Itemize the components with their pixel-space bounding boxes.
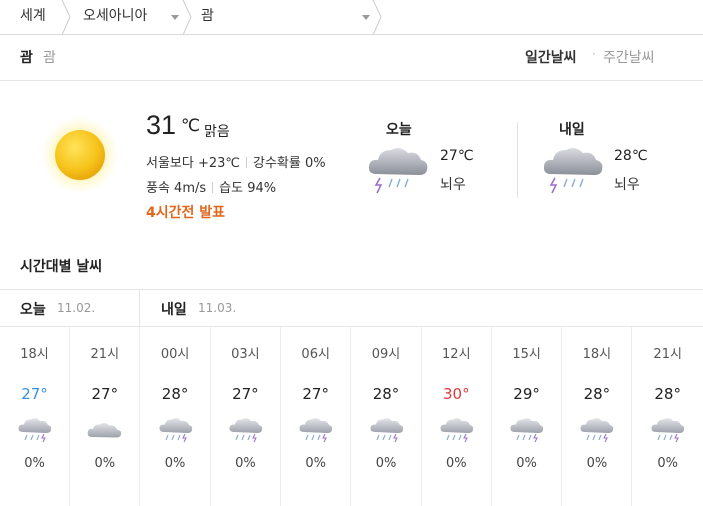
hourly-precip: 0%: [375, 456, 397, 471]
tab-separator: ·: [592, 47, 596, 61]
breadcrumb-city-label: 괌: [201, 8, 214, 24]
tab-daily-weather[interactable]: 일간날씨: [525, 47, 577, 67]
hourly-temperature: 27°: [91, 385, 119, 403]
location-name: 괌: [20, 50, 33, 66]
forecast-tomorrow-temp: 28℃: [614, 148, 648, 164]
wind-speed: 풍속 4m/s: [146, 181, 207, 196]
hourly-time: 21시: [90, 347, 120, 362]
hourly-time: 00시: [160, 347, 190, 362]
hourly-time: 18시: [582, 347, 612, 362]
hourly-temperature: 28°: [372, 385, 400, 403]
forecast-divider: [517, 122, 518, 198]
breadcrumb-region-label: 오세아니아: [83, 8, 148, 24]
forecast-tomorrow-desc: 뇌우: [614, 177, 640, 193]
forecast-today-label: 오늘: [386, 122, 412, 138]
forecast-tomorrow-label: 내일: [559, 122, 585, 138]
tab-weekly-weather[interactable]: 주간날씨: [603, 47, 655, 67]
hourly-item: 06시 27° 0%: [281, 327, 352, 506]
hourly-temperature: 27°: [21, 385, 48, 403]
hourly-temperature: 27°: [302, 385, 329, 403]
hourly-time: 06시: [301, 347, 330, 362]
sun-icon: [41, 116, 119, 194]
update-time: 4시간전 발표: [146, 205, 226, 221]
breadcrumb-separator-icon: [372, 0, 382, 35]
location-header: 괌 괌 일간날씨 · 주간날씨: [0, 36, 703, 81]
precip-probability: 강수확률 0%: [253, 156, 326, 171]
hourly-temperature: 30°: [443, 385, 470, 403]
day-label-tomorrow: 내일: [161, 302, 187, 318]
humidity: 습도 94%: [219, 181, 277, 196]
hourly-precip: 0%: [94, 456, 116, 471]
hourly-item: 21시 27° 0%: [70, 327, 141, 506]
breadcrumb-world[interactable]: 세계: [20, 0, 46, 35]
hourly-section-title: 시간대별 날씨: [20, 259, 103, 275]
cloud-icon: [87, 422, 122, 438]
thunderstorm-icon: [18, 418, 52, 443]
hourly-item: 15시 29° 0%: [492, 327, 563, 506]
hourly-item: 18시 28° 0%: [562, 327, 633, 506]
hourly-precip: 0%: [657, 456, 678, 471]
hourly-item: 03시 27° 0%: [211, 327, 281, 506]
hourly-list: 18시 27° 0% 21시 27° 0% 00시 28° 0% 03시 27° 0% 06시 27° 0%…: [0, 327, 703, 506]
thunderstorm-icon: [299, 418, 333, 443]
hourly-item: 12시 30° 0%: [422, 327, 492, 506]
current-temperature: 31: [146, 110, 177, 140]
current-details-row1: 서울보다 +23℃ 강수확률 0%: [146, 152, 326, 171]
breadcrumb-region-dropdown[interactable]: 오세아니아: [83, 0, 183, 35]
hourly-day-header: 오늘 11.02. 내일 11.03.: [0, 289, 703, 327]
thunderstorm-icon: [159, 418, 192, 443]
hourly-precip: 0%: [305, 456, 326, 471]
divider: [246, 157, 248, 168]
hourly-temperature: 28°: [583, 385, 611, 403]
breadcrumb: 세계 오세아니아 괌: [0, 0, 703, 35]
day-date-today: 11.02.: [57, 301, 96, 315]
chevron-down-icon: [362, 15, 370, 20]
day-label-today: 오늘: [20, 302, 46, 318]
hourly-time: 15시: [512, 347, 541, 362]
thunderstorm-icon: [651, 418, 684, 443]
hourly-item: 00시 28° 0%: [141, 327, 211, 506]
thunderstorm-icon: [580, 418, 614, 443]
breadcrumb-separator-icon: [182, 0, 192, 35]
hourly-precip: 0%: [24, 456, 45, 471]
hourly-precip: 0%: [235, 456, 256, 471]
temperature-unit: ℃: [181, 116, 201, 136]
hourly-time: 09시: [371, 347, 401, 362]
hourly-precip: 0%: [445, 456, 467, 471]
hourly-temperature: 29°: [513, 385, 540, 403]
hourly-time: 18시: [20, 347, 49, 362]
forecast-today-temp: 27℃: [440, 148, 474, 164]
current-condition: 맑음: [204, 124, 230, 140]
breadcrumb-city-dropdown[interactable]: 괌: [201, 0, 373, 35]
day-divider: [139, 290, 140, 327]
location-subname: 괌: [43, 50, 56, 66]
hourly-temperature: 28°: [161, 385, 189, 403]
hourly-time: 03시: [231, 347, 260, 362]
thunderstorm-icon: [440, 418, 473, 443]
hourly-precip: 0%: [516, 456, 537, 471]
divider: [212, 182, 214, 193]
forecast-today-desc: 뇌우: [440, 177, 466, 193]
breadcrumb-separator-icon: [61, 0, 71, 35]
thunderstorm-icon: [369, 418, 403, 443]
hourly-item: 09시 28° 0%: [352, 327, 422, 506]
thunderstorm-icon: [543, 148, 603, 194]
hourly-item: 18시 27° 0%: [0, 327, 70, 506]
compare-seoul: 서울보다 +23℃: [146, 156, 241, 171]
thunderstorm-icon: [368, 148, 428, 194]
hourly-time: 21시: [653, 347, 682, 362]
day-date-tomorrow: 11.03.: [198, 301, 237, 315]
hourly-item: 21시 28° 0%: [633, 327, 703, 506]
hourly-precip: 0%: [164, 456, 186, 471]
hourly-temperature: 28°: [654, 385, 681, 403]
thunderstorm-icon: [510, 418, 544, 443]
chevron-down-icon: [171, 15, 179, 20]
current-details-row2: 풍속 4m/s 습도 94%: [146, 177, 276, 196]
hourly-precip: 0%: [586, 456, 608, 471]
hourly-temperature: 27°: [232, 385, 259, 403]
thunderstorm-icon: [229, 418, 263, 443]
hourly-time: 12시: [442, 347, 471, 362]
